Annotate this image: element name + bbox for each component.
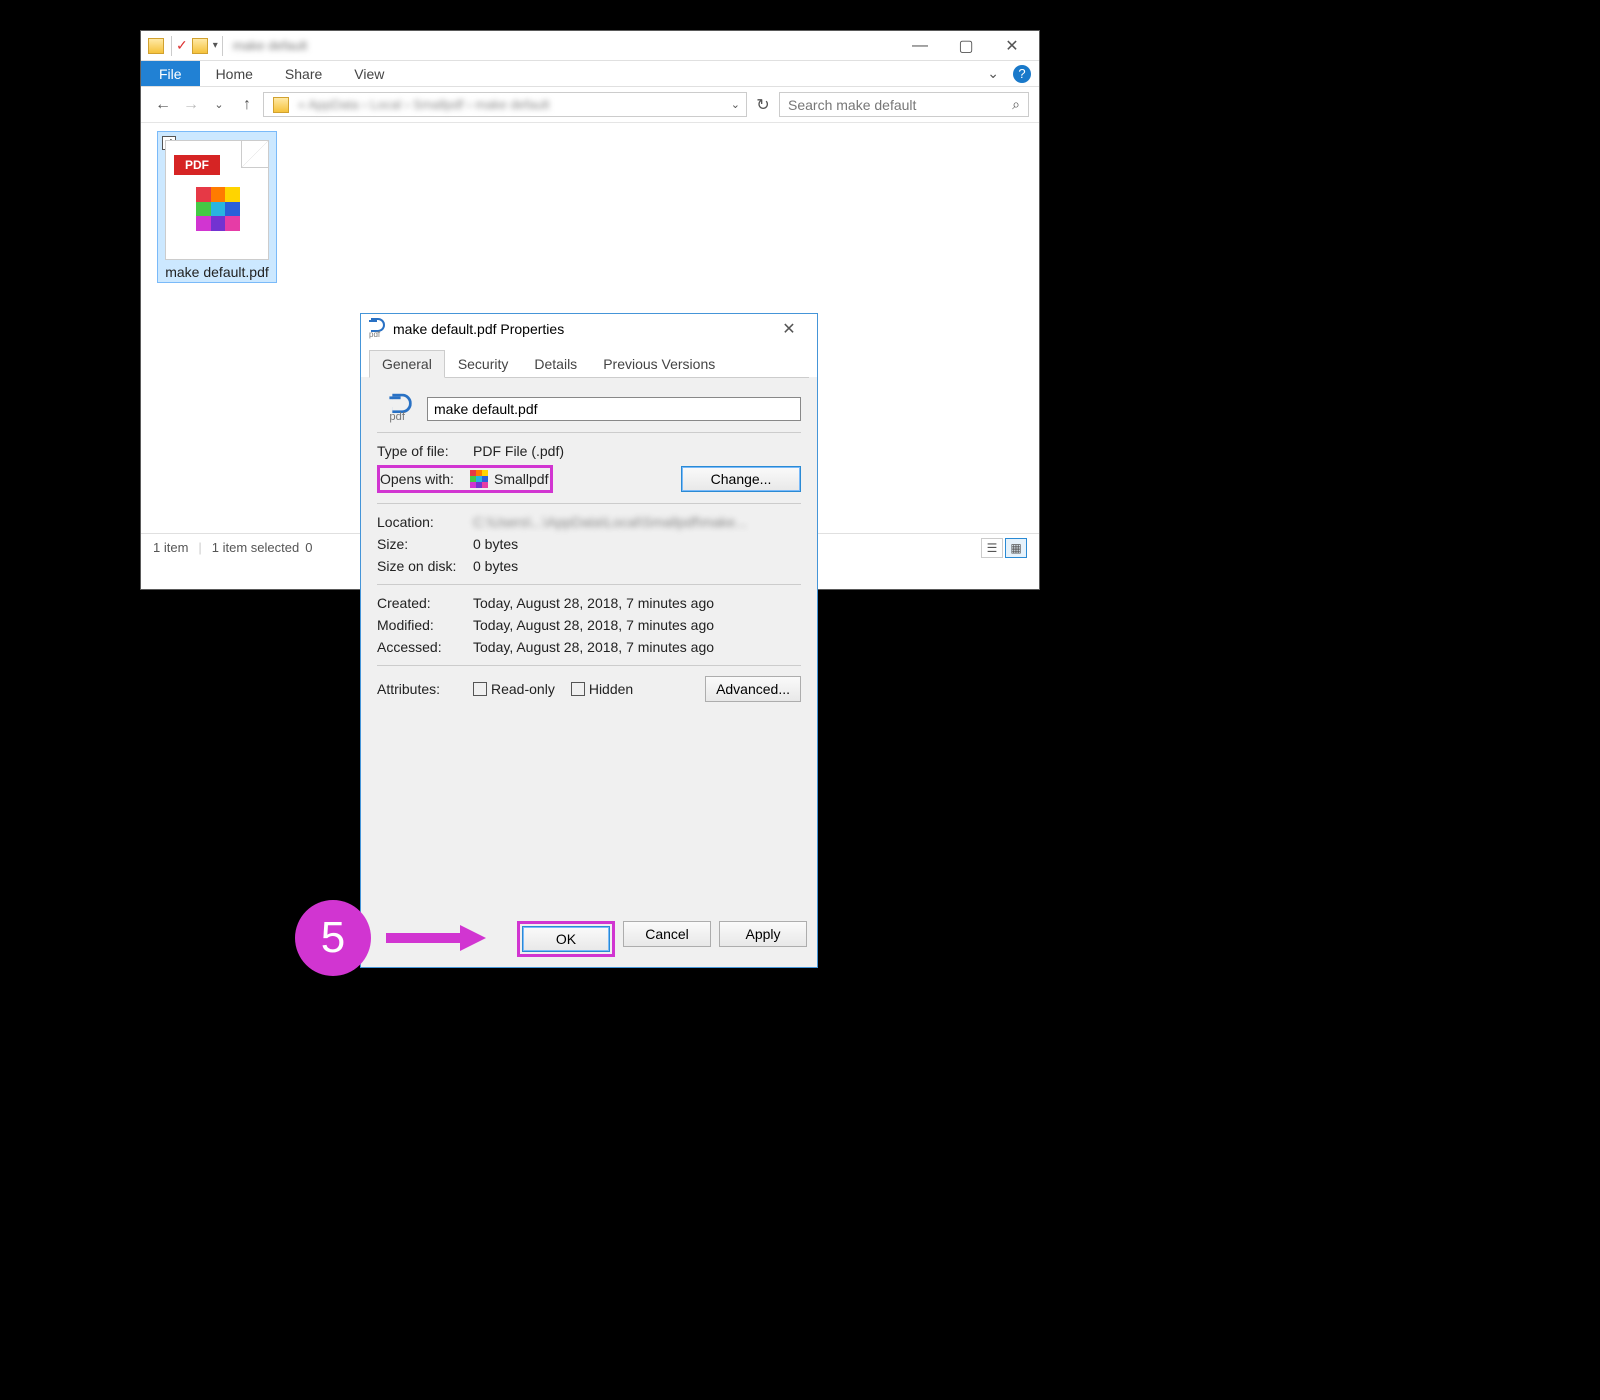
size-label: Size: (377, 536, 473, 552)
smallpdf-icon (196, 187, 240, 231)
general-panel: pdf Type of file: PDF File (.pdf) Opens … (369, 377, 809, 720)
dialog-tabs: General Security Details Previous Versio… (361, 344, 817, 377)
minimize-button[interactable]: — (897, 31, 943, 60)
history-dropdown[interactable]: ⌄ (207, 98, 231, 111)
explorer-titlebar: ✓ ▾ make default — ▢ ✕ (141, 31, 1039, 61)
dialog-close-button[interactable]: ✕ (769, 319, 809, 339)
file-name: make default.pdf (160, 264, 274, 280)
search-icon: ⌕ (1012, 96, 1020, 113)
dialog-title: make default.pdf Properties (393, 321, 564, 337)
tab-previous-versions[interactable]: Previous Versions (590, 350, 728, 377)
selection-size: 0 (305, 540, 312, 555)
properties-dialog: pdf make default.pdf Properties ✕ Genera… (360, 313, 818, 968)
ribbon-collapse-icon[interactable]: ⌄ (981, 65, 1005, 82)
size-on-disk-value: 0 bytes (473, 558, 801, 574)
ok-button[interactable]: OK (522, 926, 610, 952)
selection-count: 1 item selected (212, 540, 299, 555)
search-placeholder: Search make default (788, 97, 916, 113)
modified-label: Modified: (377, 617, 473, 633)
help-icon[interactable]: ? (1013, 65, 1031, 83)
window-title: make default (233, 38, 307, 53)
pdf-thumbnail: PDF (165, 140, 269, 260)
qat-check-icon: ✓ (176, 37, 188, 54)
size-value: 0 bytes (473, 536, 801, 552)
created-label: Created: (377, 595, 473, 611)
tab-share[interactable]: Share (269, 66, 338, 82)
close-button[interactable]: ✕ (989, 31, 1035, 60)
step-badge: 5 (295, 900, 371, 976)
attributes-label: Attributes: (377, 681, 473, 697)
hidden-checkbox[interactable]: Hidden (571, 681, 633, 697)
tab-home[interactable]: Home (200, 66, 269, 82)
accessed-label: Accessed: (377, 639, 473, 655)
item-count: 1 item (153, 540, 188, 555)
cancel-button[interactable]: Cancel (623, 921, 711, 947)
dialog-button-row: OK Cancel Apply (517, 921, 807, 957)
size-on-disk-label: Size on disk: (377, 558, 473, 574)
refresh-button[interactable]: ↻ (751, 95, 775, 115)
pdf-badge: PDF (174, 155, 220, 175)
dialog-titlebar: pdf make default.pdf Properties ✕ (361, 314, 817, 344)
tab-view[interactable]: View (338, 66, 400, 82)
folder-icon (192, 38, 208, 54)
location-label: Location: (377, 514, 473, 530)
search-input[interactable]: Search make default ⌕ (779, 92, 1029, 117)
edge-pdf-icon: pdf (389, 396, 414, 421)
address-bar[interactable]: « AppData › Local › Smallpdf › make defa… (263, 92, 747, 117)
opens-with-value: Smallpdf (494, 471, 548, 487)
readonly-checkbox[interactable]: Read-only (473, 681, 555, 697)
tab-general[interactable]: General (369, 350, 445, 378)
ribbon-tabs: File Home Share View ⌄ ? (141, 61, 1039, 87)
smallpdf-icon (470, 470, 488, 488)
up-button[interactable]: ↑ (235, 96, 259, 114)
filename-input[interactable] (427, 397, 801, 421)
tab-security[interactable]: Security (445, 350, 522, 377)
arrow-icon (386, 925, 486, 951)
location-value: C:\Users\...\AppData\Local\Smallpdf\make… (473, 514, 801, 530)
back-button[interactable]: ← (151, 96, 175, 114)
folder-icon (273, 97, 289, 113)
edge-pdf-icon: pdf (369, 320, 387, 338)
type-value: PDF File (.pdf) (473, 443, 801, 459)
accessed-value: Today, ‎August ‎28, ‎2018, 7 minutes ago (473, 639, 801, 655)
qat-dropdown-icon[interactable]: ▾ (213, 40, 218, 51)
created-value: Today, ‎August ‎28, ‎2018, 7 minutes ago (473, 595, 801, 611)
maximize-button[interactable]: ▢ (943, 31, 989, 60)
advanced-button[interactable]: Advanced... (705, 676, 801, 702)
details-view-button[interactable]: ☰ (981, 538, 1003, 558)
type-label: Type of file: (377, 443, 473, 459)
modified-value: Today, ‎August ‎28, ‎2018, 7 minutes ago (473, 617, 801, 633)
forward-button[interactable]: → (179, 96, 203, 114)
opens-with-label: Opens with: (380, 471, 470, 487)
change-button[interactable]: Change... (681, 466, 801, 492)
icons-view-button[interactable]: ▦ (1005, 538, 1027, 558)
navigation-bar: ← → ⌄ ↑ « AppData › Local › Smallpdf › m… (141, 87, 1039, 123)
file-item[interactable]: ✓ PDF make default.pdf (157, 131, 277, 283)
folder-icon (148, 38, 164, 54)
opens-with-highlight: Opens with: Smallpdf (377, 465, 553, 493)
tab-details[interactable]: Details (521, 350, 590, 377)
apply-button[interactable]: Apply (719, 921, 807, 947)
ok-highlight: OK (517, 921, 615, 957)
tab-file[interactable]: File (141, 61, 200, 86)
